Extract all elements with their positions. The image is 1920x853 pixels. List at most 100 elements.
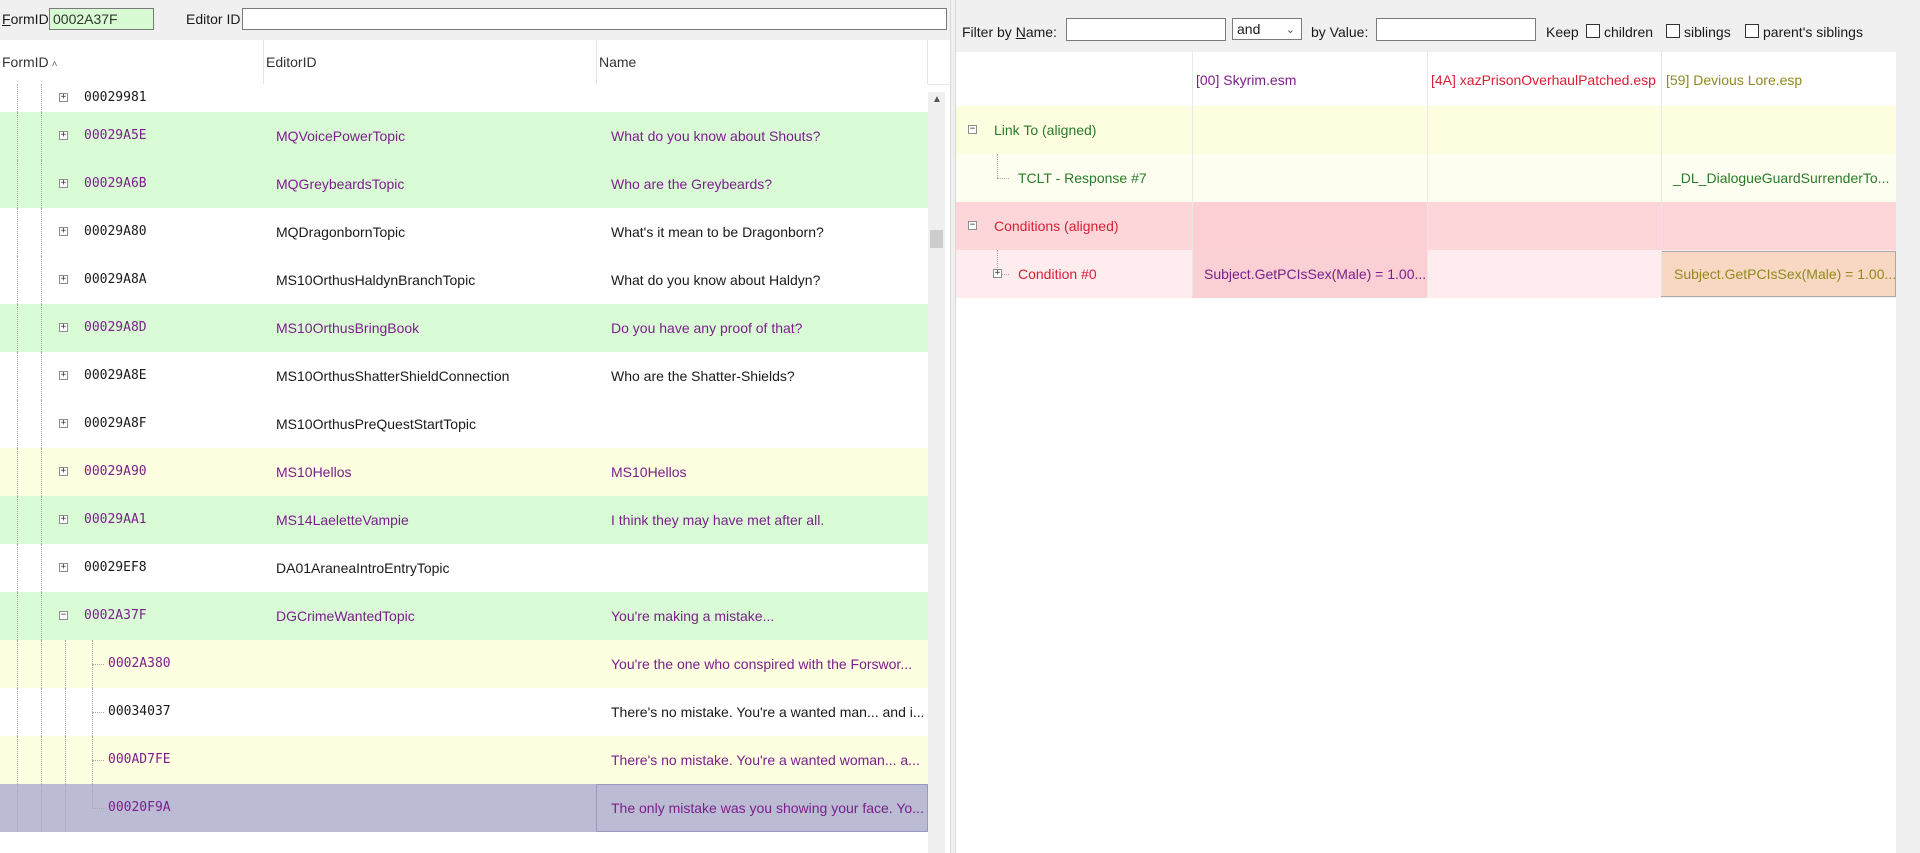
value-cell[interactable]: Subject.GetPCIsSex(Male) = 1.00...: [1192, 250, 1427, 298]
scrollbar-thumb[interactable]: [930, 230, 943, 248]
column-header-editorid[interactable]: EditorID: [264, 40, 597, 84]
tree-guide-line: [92, 736, 93, 784]
list-header: FormID ˄ EditorID Name: [0, 40, 950, 85]
element-row[interactable]: − Link To (aligned): [956, 106, 1896, 154]
value-cell[interactable]: Subject.GetPCIsSex(Male) = 1.00...: [1661, 251, 1896, 297]
table-row[interactable]: +00029A5E MQVoicePowerTopic What do you kn…: [0, 112, 928, 160]
tree-guide-line: [17, 352, 18, 400]
formid-cell: 0002A380: [108, 656, 171, 671]
table-row[interactable]: +00029981: [0, 84, 928, 112]
expand-icon[interactable]: +: [59, 275, 68, 284]
name-cell: Who are the Shatter-Shields?: [611, 368, 795, 384]
table-row[interactable]: +00029A80 MQDragonbornTopic What's it mean…: [0, 208, 928, 256]
formid-cell: 00029A6B: [84, 176, 147, 191]
element-name: TCLT - Response #7: [1018, 170, 1147, 186]
table-row[interactable]: 0002A380 You're the one who conspired wit…: [0, 640, 928, 688]
value-text: [1427, 170, 1439, 186]
tree-branch-line: [92, 664, 104, 665]
expand-icon[interactable]: +: [59, 227, 68, 236]
table-row[interactable]: 00020F9A The only mistake was you showing…: [0, 784, 928, 832]
table-row[interactable]: +00029A90 MS10Hellos MS10Hellos: [0, 448, 928, 496]
element-row[interactable]: + Condition #0 Subject.GetPCIsSex(Male) = …: [956, 250, 1896, 298]
value-cell[interactable]: [1661, 106, 1896, 154]
plugin-header-skyrim[interactable]: [00] Skyrim.esm: [1196, 72, 1296, 88]
filter-by-value-label: by Value:: [1311, 24, 1369, 40]
tree-branch-line: [997, 178, 1009, 179]
tree-guide-line: [41, 688, 42, 736]
table-row[interactable]: +00029A6B MQGreybeardsTopic Who are the Gr…: [0, 160, 928, 208]
editorid-cell: MQDragonbornTopic: [276, 224, 406, 240]
column-header-name[interactable]: Name: [597, 40, 928, 84]
expand-icon[interactable]: +: [59, 179, 68, 188]
value-cell[interactable]: [1427, 202, 1661, 250]
table-row[interactable]: 000AD7FE There's no mistake. You're a wan…: [0, 736, 928, 784]
element-row[interactable]: TCLT - Response #7 _DL_DialogueGuardSurre…: [956, 154, 1896, 202]
tree-guide-line: [17, 688, 18, 736]
expand-icon[interactable]: +: [59, 563, 68, 572]
keep-siblings-checkbox[interactable]: [1666, 24, 1680, 38]
formid-cell: 00029A80: [84, 224, 147, 239]
search-toolbar: FormID Editor ID: [0, 0, 950, 40]
list-scrollbar[interactable]: ▲: [928, 92, 945, 853]
plugin-header-xazprison[interactable]: [4A] xazPrisonOverhaulPatched.esp: [1431, 72, 1656, 88]
expand-icon[interactable]: +: [59, 467, 68, 476]
column-header-formid[interactable]: FormID ˄: [0, 40, 264, 84]
keep-parents-siblings-checkbox[interactable]: [1745, 24, 1759, 38]
value-text: [1192, 122, 1204, 138]
table-row[interactable]: +00029AA1 MS14LaeletteVampie I think they …: [0, 496, 928, 544]
expand-icon[interactable]: +: [59, 515, 68, 524]
element-name: Condition #0: [1018, 266, 1097, 282]
formid-label: FormID: [2, 11, 49, 27]
formid-cell: 00020F9A: [108, 800, 171, 815]
plugin-header-deviouslore[interactable]: [59] Devious Lore.esp: [1666, 72, 1802, 88]
name-cell: There's no mistake. You're a wanted woma…: [611, 752, 920, 768]
record-list-pane: FormID Editor ID FormID˄ EditorID Name +…: [0, 0, 950, 853]
filter-by-name-label: Filter by Name:: [962, 24, 1057, 40]
table-row[interactable]: +00029A8D MS10OrthusBringBook Do you have …: [0, 304, 928, 352]
filter-operator-select[interactable]: and ⌄: [1232, 18, 1302, 40]
value-cell[interactable]: [1661, 202, 1896, 250]
expand-icon[interactable]: +: [59, 93, 68, 102]
collapse-icon[interactable]: −: [968, 221, 977, 230]
formid-cell: 00029981: [84, 90, 147, 105]
scroll-up-icon[interactable]: ▲: [932, 94, 942, 105]
focused-cell-outline: [596, 784, 928, 832]
table-row[interactable]: − 0002A37F DGCrimeWantedTopic You're making…: [0, 592, 928, 640]
tree-guide-line: [17, 640, 18, 688]
value-cell[interactable]: _DL_DialogueGuardSurrenderTo...: [1661, 154, 1896, 202]
name-cell: What do you know about Shouts?: [611, 128, 821, 144]
expand-icon[interactable]: +: [59, 371, 68, 380]
keep-children-checkbox[interactable]: [1586, 24, 1600, 38]
value-cell[interactable]: [1192, 106, 1427, 154]
expand-icon[interactable]: +: [993, 269, 1002, 278]
formid-input[interactable]: [49, 8, 154, 30]
formid-cell: 00029A90: [84, 464, 147, 479]
table-row[interactable]: 00034037 There's no mistake. You're a wan…: [0, 688, 928, 736]
filter-value-input[interactable]: [1376, 18, 1536, 41]
table-row[interactable]: +00029EF8 DA01AraneaIntroEntryTopic: [0, 544, 928, 592]
table-row[interactable]: +00029A8E MS10OrthusShatterShieldConnecti…: [0, 352, 928, 400]
collapse-icon[interactable]: −: [968, 125, 977, 134]
tree-guide-line: [41, 352, 42, 400]
expand-icon[interactable]: +: [59, 419, 68, 428]
editorid-input[interactable]: [242, 8, 947, 30]
value-cell[interactable]: [1192, 154, 1427, 202]
value-cell[interactable]: [1427, 250, 1661, 298]
tree-branch-line: [92, 712, 104, 713]
tree-guide-line: [65, 736, 66, 784]
value-cell[interactable]: [1427, 106, 1661, 154]
name-cell: MS10Hellos: [611, 464, 687, 480]
record-view-scrollbar[interactable]: [1896, 52, 1920, 853]
element-name: Link To (aligned): [994, 122, 1097, 138]
value-cell[interactable]: [1192, 202, 1427, 250]
keep-label: Keep: [1546, 24, 1579, 40]
expand-icon[interactable]: +: [59, 323, 68, 332]
collapse-icon[interactable]: −: [59, 611, 68, 620]
value-cell[interactable]: [1427, 154, 1661, 202]
expand-icon[interactable]: +: [59, 131, 68, 140]
table-row[interactable]: +00029A8A MS10OrthusHaldynBranchTopic What…: [0, 256, 928, 304]
element-row[interactable]: − Conditions (aligned): [956, 202, 1896, 250]
table-row[interactable]: +00029A8F MS10OrthusPreQuestStartTopic: [0, 400, 928, 448]
sort-ascending-icon: ˄: [51, 59, 58, 70]
filter-name-input[interactable]: [1066, 18, 1226, 41]
